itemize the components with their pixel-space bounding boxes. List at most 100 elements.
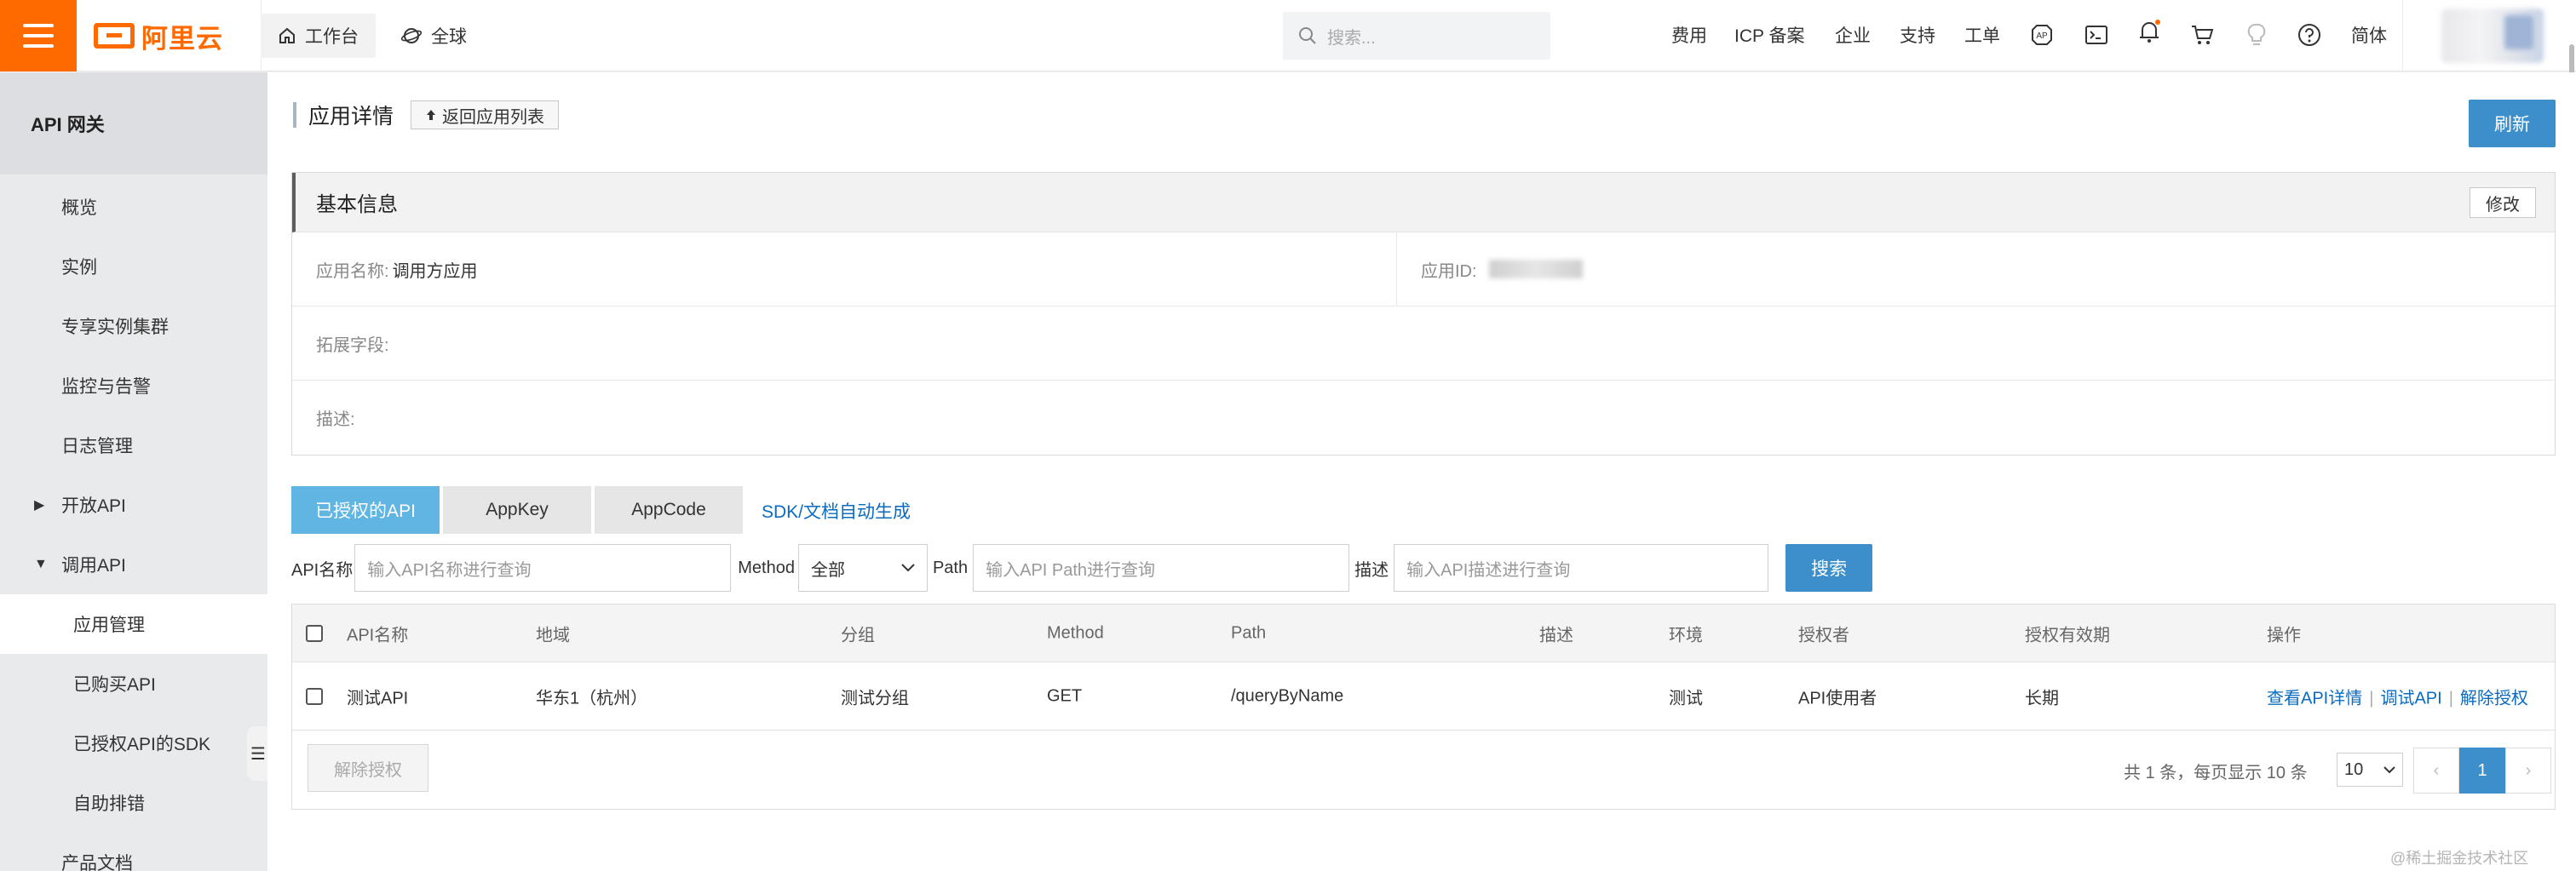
sidebar-item-dedicated-cluster[interactable]: 专享实例集群 [0,296,267,356]
next-page-button[interactable]: › [2505,748,2551,794]
aliyun-logo[interactable]: 阿里云 [94,19,223,54]
table-row: 测试API 华东1（杭州） 测试分组 GET /queryByName 测试 A… [292,662,2555,731]
row-checkbox[interactable] [306,687,323,705]
sdk-auto-generate-link[interactable]: SDK/文档自动生成 [762,498,911,524]
logo-text: 阿里云 [141,23,223,54]
home-icon [279,27,295,43]
workbench-label: 工作台 [305,27,359,47]
sidebar-item-docs[interactable]: 产品文档 [0,833,267,871]
top-link-support[interactable]: 支持 [1900,22,1935,48]
method-filter-label: Method [738,558,795,577]
tab-appcode[interactable]: AppCode [595,486,743,534]
global-search-input[interactable]: 搜索... [1283,12,1550,60]
top-link-billing[interactable]: 费用 [1671,22,1707,48]
basic-info-header: 基本信息 修改 [292,173,2555,232]
sidebar-item-label: 应用管理 [73,616,145,635]
language-switch[interactable]: 简体 [2351,22,2387,48]
sidebar-item-overview[interactable]: 概览 [0,177,267,237]
filter-bar: API名称 输入API名称进行查询 Method 全部 Path 输入API P… [291,544,1873,592]
cart-icon[interactable] [2189,22,2215,48]
api-explorer-icon[interactable]: AP [2029,22,2055,48]
info-row-extension: 拓展字段: [292,307,2555,381]
page-size-select[interactable]: 10 [2337,753,2403,787]
authorized-api-table: API名称 地域 分组 Method Path 描述 环境 授权者 授权有效期 … [291,604,2556,810]
sidebar-item-logs[interactable]: 日志管理 [0,415,267,475]
lightbulb-icon[interactable] [2244,22,2269,48]
debug-api-link[interactable]: 调试API [2380,689,2441,708]
sidebar-item-label: 实例 [61,258,97,278]
path-filter-input[interactable]: 输入API Path进行查询 [973,544,1350,592]
col-method: Method [1047,623,1104,642]
app-id-value-redacted [1488,260,1583,278]
region-selector[interactable]: 全球 [383,14,484,58]
extension-field-label: 拓展字段: [316,335,389,355]
sidebar-item-self-troubleshoot[interactable]: 自助排错 [0,773,267,833]
top-link-ticket[interactable]: 工单 [1964,22,2000,48]
top-link-enterprise[interactable]: 企业 [1835,22,1871,48]
col-description: 描述 [1539,626,1573,645]
basic-info-title: 基本信息 [316,193,398,216]
arrow-up-icon [427,110,436,120]
sidebar-item-authorized-sdk[interactable]: 已授权API的SDK [0,713,267,773]
app-name-value: 调用方应用 [392,261,478,281]
svg-text:AP: AP [2036,32,2048,41]
api-name-filter-label: API名称 [291,560,354,580]
cell-actions: 查看API详情 | 调试API | 解除授权 [2267,689,2528,708]
terminal-icon[interactable] [2084,22,2109,48]
method-select-value: 全部 [810,560,845,580]
sidebar-item-label: 概览 [61,198,97,218]
refresh-button[interactable]: 刷新 [2469,100,2556,147]
back-button-label: 返回应用列表 [442,107,545,127]
tab-appkey[interactable]: AppKey [443,486,591,534]
sidebar-item-monitoring[interactable]: 监控与告警 [0,356,267,415]
top-link-icp[interactable]: ICP 备案 [1734,22,1804,48]
aliyun-logo-icon [94,23,135,49]
path-filter-label: Path [932,558,969,577]
page-1-button[interactable]: 1 [2459,748,2505,794]
workbench-button[interactable]: 工作台 [261,14,376,58]
api-name-filter-input[interactable]: 输入API名称进行查询 [354,544,732,592]
user-avatar[interactable] [2441,9,2544,63]
top-navigation-bar: 阿里云 工作台 全球 搜索... 费用 ICP 备案 企业 支持 工单 AP 简… [0,0,2576,72]
edit-button[interactable]: 修改 [2470,187,2536,218]
search-button[interactable]: 搜索 [1785,544,1873,592]
help-icon[interactable] [2297,22,2322,48]
table-footer: 解除授权 共 1 条，每页显示 10 条 10 ‹ 1 › [292,731,2555,809]
revoke-authorization-link[interactable]: 解除授权 [2460,689,2528,708]
pagination-summary: 共 1 条，每页显示 10 条 [2124,764,2308,782]
app-id-label: 应用ID: [1421,261,1477,281]
sidebar-item-instance[interactable]: 实例 [0,237,267,296]
col-path: Path [1231,623,1267,642]
sidebar-item-open-api[interactable]: ▶ 开放API [0,475,267,535]
hamburger-menu-button[interactable] [0,0,77,72]
sidebar-item-call-api[interactable]: ▼ 调用API [0,535,267,594]
back-to-app-list-button[interactable]: 返回应用列表 [411,100,560,129]
sidebar-collapse-toggle[interactable]: ☰ [247,726,269,781]
cell-validity: 长期 [2025,689,2059,708]
sidebar-item-app-management[interactable]: 应用管理 [0,594,267,654]
sidebar: API 网关 概览 实例 专享实例集群 监控与告警 日志管理 ▶ 开放API ▼… [0,72,267,871]
sidebar-title: API 网关 [0,72,267,175]
app-name-label: 应用名称: [316,261,389,281]
method-select[interactable]: 全部 [797,544,928,592]
info-row-description: 描述: [292,381,2555,455]
view-api-detail-link[interactable]: 查看API详情 [2267,689,2362,708]
caret-down-icon: ▼ [34,557,48,571]
sidebar-item-label: 自助排错 [73,794,145,814]
desc-filter-input[interactable]: 输入API描述进行查询 [1394,544,1769,592]
desc-filter-label: 描述 [1354,560,1389,580]
sidebar-item-label: 已购买API [73,675,156,695]
select-all-checkbox[interactable] [306,624,323,642]
sidebar-item-label: 监控与告警 [61,377,151,397]
tab-authorized-api[interactable]: 已授权的API [291,486,440,534]
col-validity: 授权有效期 [2025,626,2110,645]
sidebar-item-label: 专享实例集群 [61,318,169,337]
notification-bell-icon[interactable] [2136,19,2162,44]
sidebar-item-purchased-api[interactable]: 已购买API [0,654,267,713]
col-grantor: 授权者 [1798,626,1849,645]
chevron-down-icon [2383,765,2395,773]
batch-revoke-button[interactable]: 解除授权 [308,744,428,792]
cell-grantor: API使用者 [1798,689,1877,708]
prev-page-button[interactable]: ‹ [2413,748,2459,794]
basic-info-panel: 基本信息 修改 应用名称: 调用方应用 应用ID: 拓展字段: 描述: [291,172,2556,456]
